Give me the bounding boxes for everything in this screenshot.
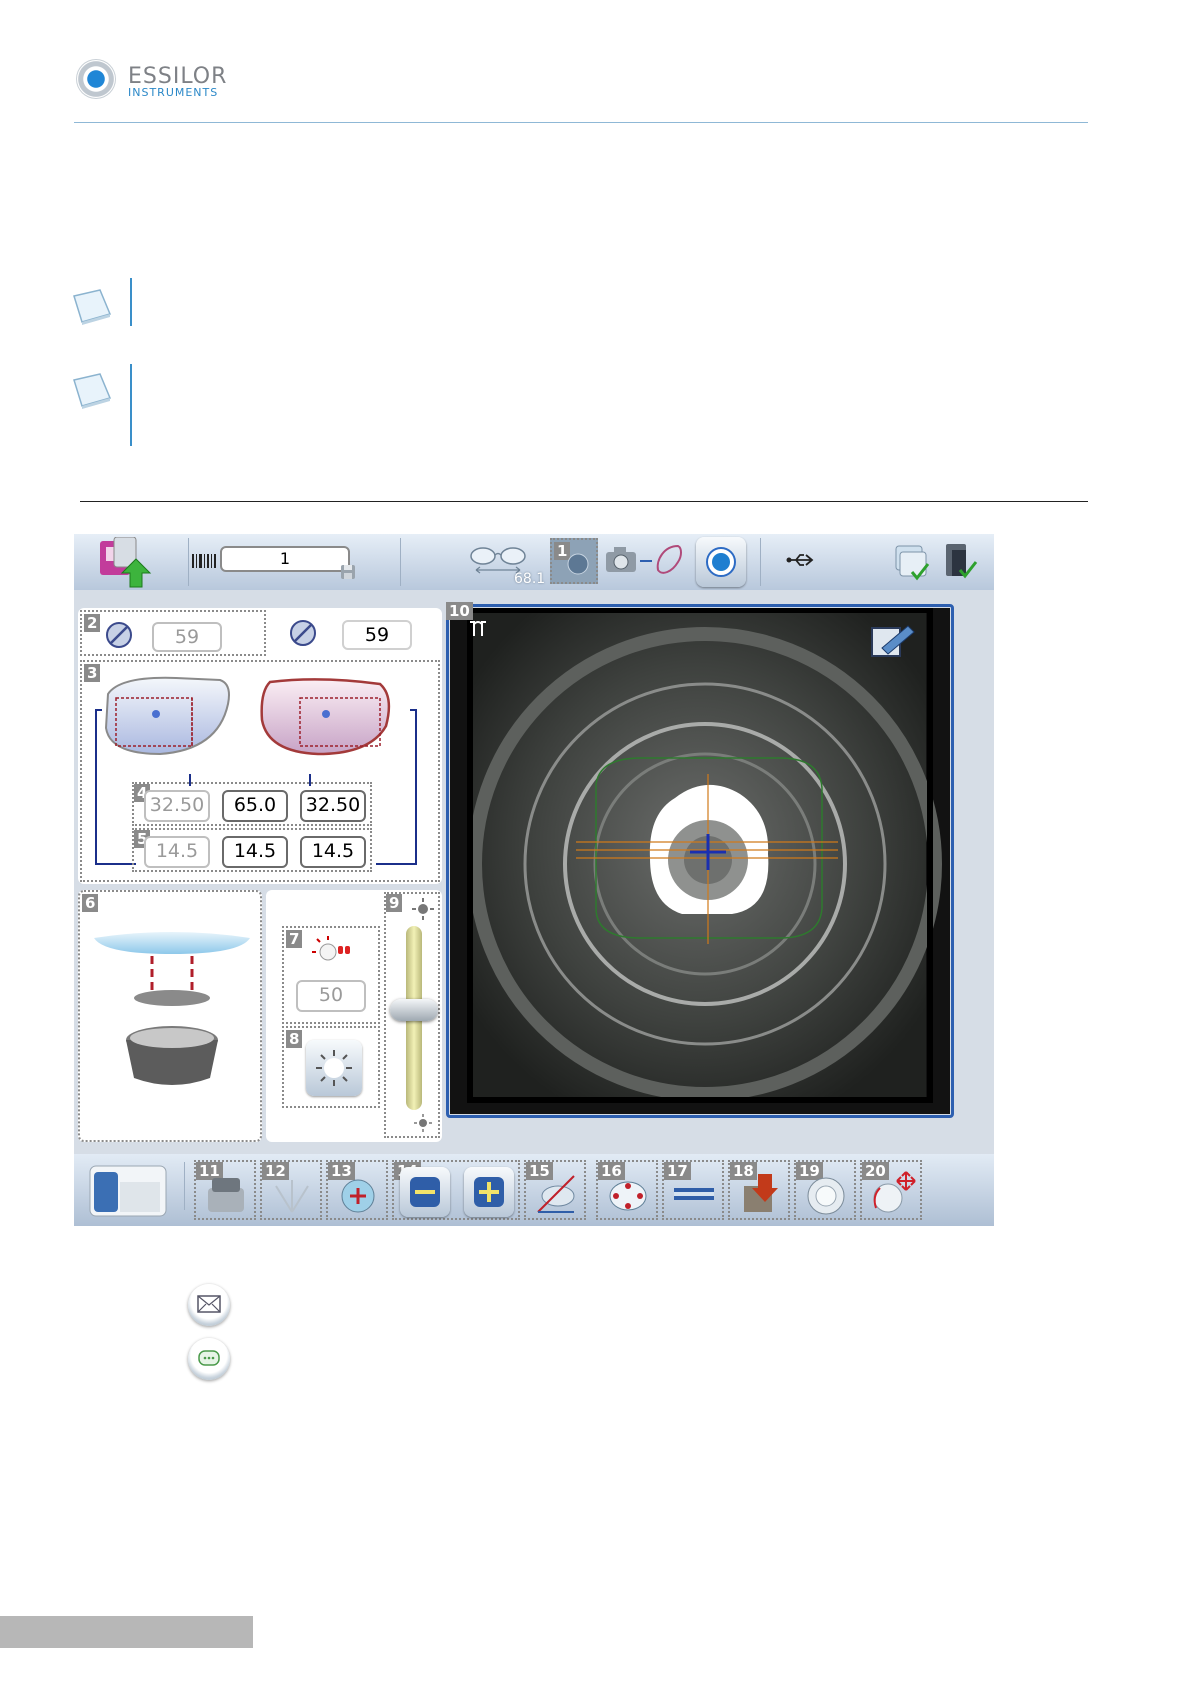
- mail-button[interactable]: [188, 1284, 230, 1326]
- top-toolbar: 1 68.1 1: [74, 534, 994, 590]
- grinding-wheel-button[interactable]: 11: [194, 1160, 256, 1220]
- brand-subtitle: INSTRUMENTS: [128, 86, 219, 99]
- frame-type-icon: [470, 621, 486, 636]
- drill-icon: [609, 1181, 647, 1211]
- height-left-field[interactable]: 14.5: [144, 836, 210, 868]
- minus-button[interactable]: [400, 1167, 450, 1217]
- message-button-icon: [198, 1350, 220, 1366]
- barcode-icon: [192, 554, 216, 568]
- note-bar: [130, 364, 132, 446]
- diameter-right-field[interactable]: 59: [342, 620, 412, 650]
- pd-mode-icon: [807, 1177, 845, 1215]
- job-number-field[interactable]: 1: [220, 546, 350, 572]
- target-button[interactable]: [696, 537, 746, 587]
- page-footer-bar: [0, 1616, 253, 1648]
- lens-center-button[interactable]: 13: [326, 1160, 388, 1220]
- note-icon: [73, 289, 112, 325]
- centering-view-icon: [567, 553, 589, 575]
- usb-icon: [786, 554, 814, 566]
- diameter-left-group: 2 59: [80, 610, 266, 656]
- rotate-move-button[interactable]: 20: [860, 1160, 922, 1220]
- message-button[interactable]: [188, 1338, 230, 1380]
- target-icon: [706, 547, 736, 577]
- pd-group: 4 32.50 65.0 32.50: [132, 782, 372, 826]
- tool-radiant-button[interactable]: 12: [260, 1160, 322, 1220]
- centering-view-button[interactable]: 1: [550, 538, 598, 584]
- blocking-panel: 6: [78, 890, 262, 1142]
- mail-button-icon: [197, 1295, 221, 1313]
- lens-shape-icon[interactable]: [654, 542, 684, 578]
- save-icon[interactable]: [340, 564, 356, 580]
- minus-icon: [410, 1177, 440, 1207]
- radiant-icon: [275, 1180, 309, 1213]
- block-icon: [744, 1174, 778, 1212]
- rotate-move-icon: [873, 1171, 916, 1213]
- shape-edit-button[interactable]: 15: [524, 1160, 586, 1220]
- header-divider: [74, 122, 1088, 123]
- size-adjust-group: 14: [392, 1160, 520, 1220]
- plus-icon: [474, 1177, 504, 1207]
- edger-screen: 1 68.1 1 2 59 59 3 4 32.50 65.0 32.50 5 …: [74, 534, 994, 1226]
- frame-width-value: 68.1: [514, 571, 546, 587]
- illumination-button[interactable]: [306, 1040, 362, 1096]
- height-right-field[interactable]: 14.5: [300, 836, 366, 868]
- exit-icon[interactable]: [940, 542, 980, 582]
- lens-camera-image: [467, 608, 942, 1103]
- note-bar: [130, 278, 132, 326]
- light-intensity-field[interactable]: 50: [296, 980, 366, 1012]
- lens-stack-icon[interactable]: [892, 542, 930, 582]
- diameter-icon: [290, 620, 316, 646]
- edger-icon[interactable]: [84, 1162, 172, 1220]
- lens-center-icon: [341, 1179, 375, 1213]
- brightness-high-icon: [412, 898, 434, 920]
- brightness-slider-group: 9: [384, 892, 440, 1138]
- pd-left-field[interactable]: 32.50: [144, 790, 210, 822]
- diameter-left-field[interactable]: 59: [152, 622, 222, 652]
- load-job-icon[interactable]: [96, 537, 154, 589]
- lens-block-icon: [94, 932, 250, 1085]
- illumination-group: 8: [282, 1026, 380, 1108]
- section-divider: [80, 501, 1088, 502]
- shape-edit-icon: [537, 1175, 575, 1213]
- bevel-button[interactable]: 17: [662, 1160, 724, 1220]
- pd-mode-button[interactable]: 19: [794, 1160, 856, 1220]
- led-icon: [312, 936, 350, 961]
- pd-total-field[interactable]: 65.0: [222, 790, 288, 822]
- camera-view[interactable]: 10: [446, 602, 950, 1114]
- bottom-toolbar: 11 12 13 14 15 16 17: [74, 1154, 994, 1226]
- height-center-field[interactable]: 14.5: [222, 836, 288, 868]
- plus-button[interactable]: [464, 1167, 514, 1217]
- height-group: 5 14.5 14.5 14.5: [132, 828, 372, 872]
- brightness-slider-thumb[interactable]: [390, 998, 438, 1021]
- frame-data-panel: 2 59 59 3 4 32.50 65.0 32.50 5 14.5 14.5…: [78, 608, 442, 884]
- note-icon: [73, 373, 112, 409]
- drilling-button[interactable]: 16: [596, 1160, 658, 1220]
- tool-icon: [208, 1178, 244, 1212]
- sunburst-icon: [316, 1050, 352, 1086]
- frame-shape-group: 3 4 32.50 65.0 32.50 5 14.5 14.5 14.5: [80, 660, 440, 882]
- camera-icon[interactable]: [604, 544, 638, 574]
- diameter-icon: [106, 622, 132, 648]
- essilor-logo-icon: [76, 59, 116, 99]
- edit-shape-icon[interactable]: [868, 622, 916, 662]
- lighting-panel: 7 50 8 9: [266, 890, 442, 1142]
- pd-right-field[interactable]: 32.50: [300, 790, 366, 822]
- bevel-icon: [674, 1188, 714, 1200]
- block-button[interactable]: 18: [728, 1160, 790, 1220]
- brightness-low-icon: [414, 1114, 432, 1132]
- light-intensity-group: 7 50: [282, 926, 380, 1024]
